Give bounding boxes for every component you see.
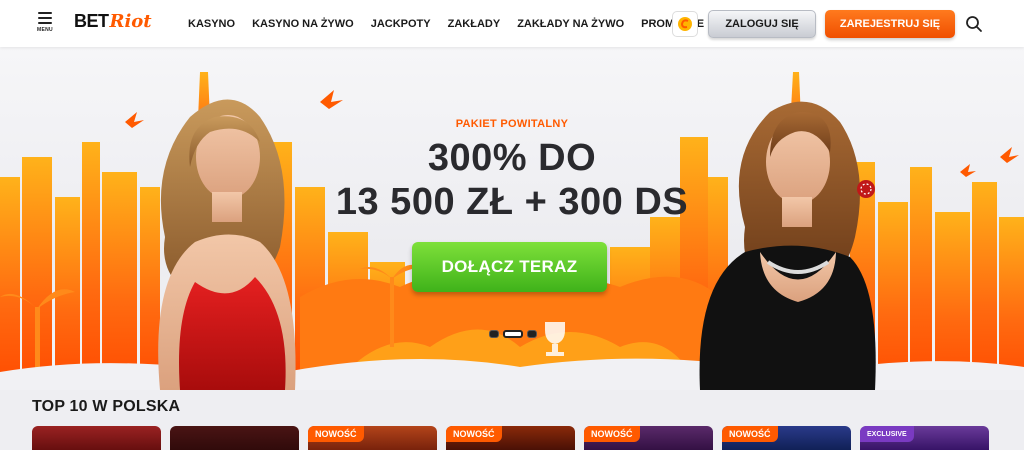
hero-banner: PAKIET POWITALNY 300% DO 13 500 ZŁ + 300…	[0, 47, 1024, 390]
menu-label: MENU	[37, 27, 53, 33]
game-tile-6[interactable]: NOWOŚĆ	[722, 426, 851, 450]
game-tile-1[interactable]	[32, 426, 161, 450]
new-badge: NOWOŚĆ	[308, 426, 364, 442]
nav-item-jackpoty[interactable]: JACKPOTY	[371, 18, 431, 30]
game-tile-2-art	[170, 426, 299, 450]
join-now-button[interactable]: DOŁĄCZ TERAZ	[412, 242, 607, 292]
main-nav: KASYNO KASYNO NA ŻYWO JACKPOTY ZAKŁADY Z…	[188, 0, 721, 47]
nav-item-zaklady-na-zywo[interactable]: ZAKŁADY NA ŻYWO	[517, 18, 624, 30]
welcome-package-label: PAKIET POWITALNY	[455, 118, 569, 130]
game-tile-4[interactable]: NOWOŚĆ	[446, 426, 575, 450]
site-header: MENU BET Riot KASYNO KASYNO NA ŻYWO JACK…	[0, 0, 1024, 47]
logo-riot: Riot	[109, 11, 152, 32]
game-tile-5[interactable]: NOWOŚĆ	[584, 426, 713, 450]
hamburger-icon-bar	[38, 22, 52, 24]
slider-pagination	[489, 330, 537, 338]
nav-item-kasyno[interactable]: KASYNO	[188, 18, 235, 30]
new-badge: NOWOŚĆ	[584, 426, 640, 442]
exclusive-badge: EXCLUSIVE	[860, 426, 914, 442]
hero-headline-line1: 300% DO	[427, 137, 597, 179]
top10-game-tiles: NOWOŚĆ NOWOŚĆ NOWOŚĆ NOWOŚĆ EXCLUSIVE	[32, 426, 992, 450]
nav-item-kasyno-na-zywo[interactable]: KASYNO NA ŻYWO	[252, 18, 354, 30]
logo-bet: BET	[74, 11, 109, 31]
game-tile-2[interactable]	[170, 426, 299, 450]
hamburger-icon	[38, 12, 52, 14]
coin-icon-button[interactable]	[672, 11, 698, 37]
login-button[interactable]: ZALOGUJ SIĘ	[708, 10, 816, 38]
hero-headline-line2: 13 500 ZŁ + 300 DS	[335, 181, 689, 223]
nav-item-zaklady[interactable]: ZAKŁADY	[448, 18, 501, 30]
betriot-logo[interactable]: BET Riot	[74, 11, 152, 35]
top10-section-title: TOP 10 W POLSKA	[32, 398, 181, 415]
slider-dot-2[interactable]	[503, 330, 523, 338]
slider-dot-1[interactable]	[489, 330, 499, 338]
game-tile-1-art	[32, 426, 161, 450]
game-tile-7[interactable]: EXCLUSIVE	[860, 426, 989, 450]
search-button[interactable]	[965, 15, 983, 33]
hamburger-icon-bar	[38, 17, 52, 19]
search-icon	[966, 16, 982, 32]
slider-dot-3[interactable]	[527, 330, 537, 338]
menu-button[interactable]: MENU	[34, 12, 56, 38]
new-badge: NOWOŚĆ	[446, 426, 502, 442]
register-button[interactable]: ZAREJESTRUJ SIĘ	[825, 10, 955, 38]
new-badge: NOWOŚĆ	[722, 426, 778, 442]
game-tile-3[interactable]: NOWOŚĆ	[308, 426, 437, 450]
coin-icon	[678, 17, 692, 31]
